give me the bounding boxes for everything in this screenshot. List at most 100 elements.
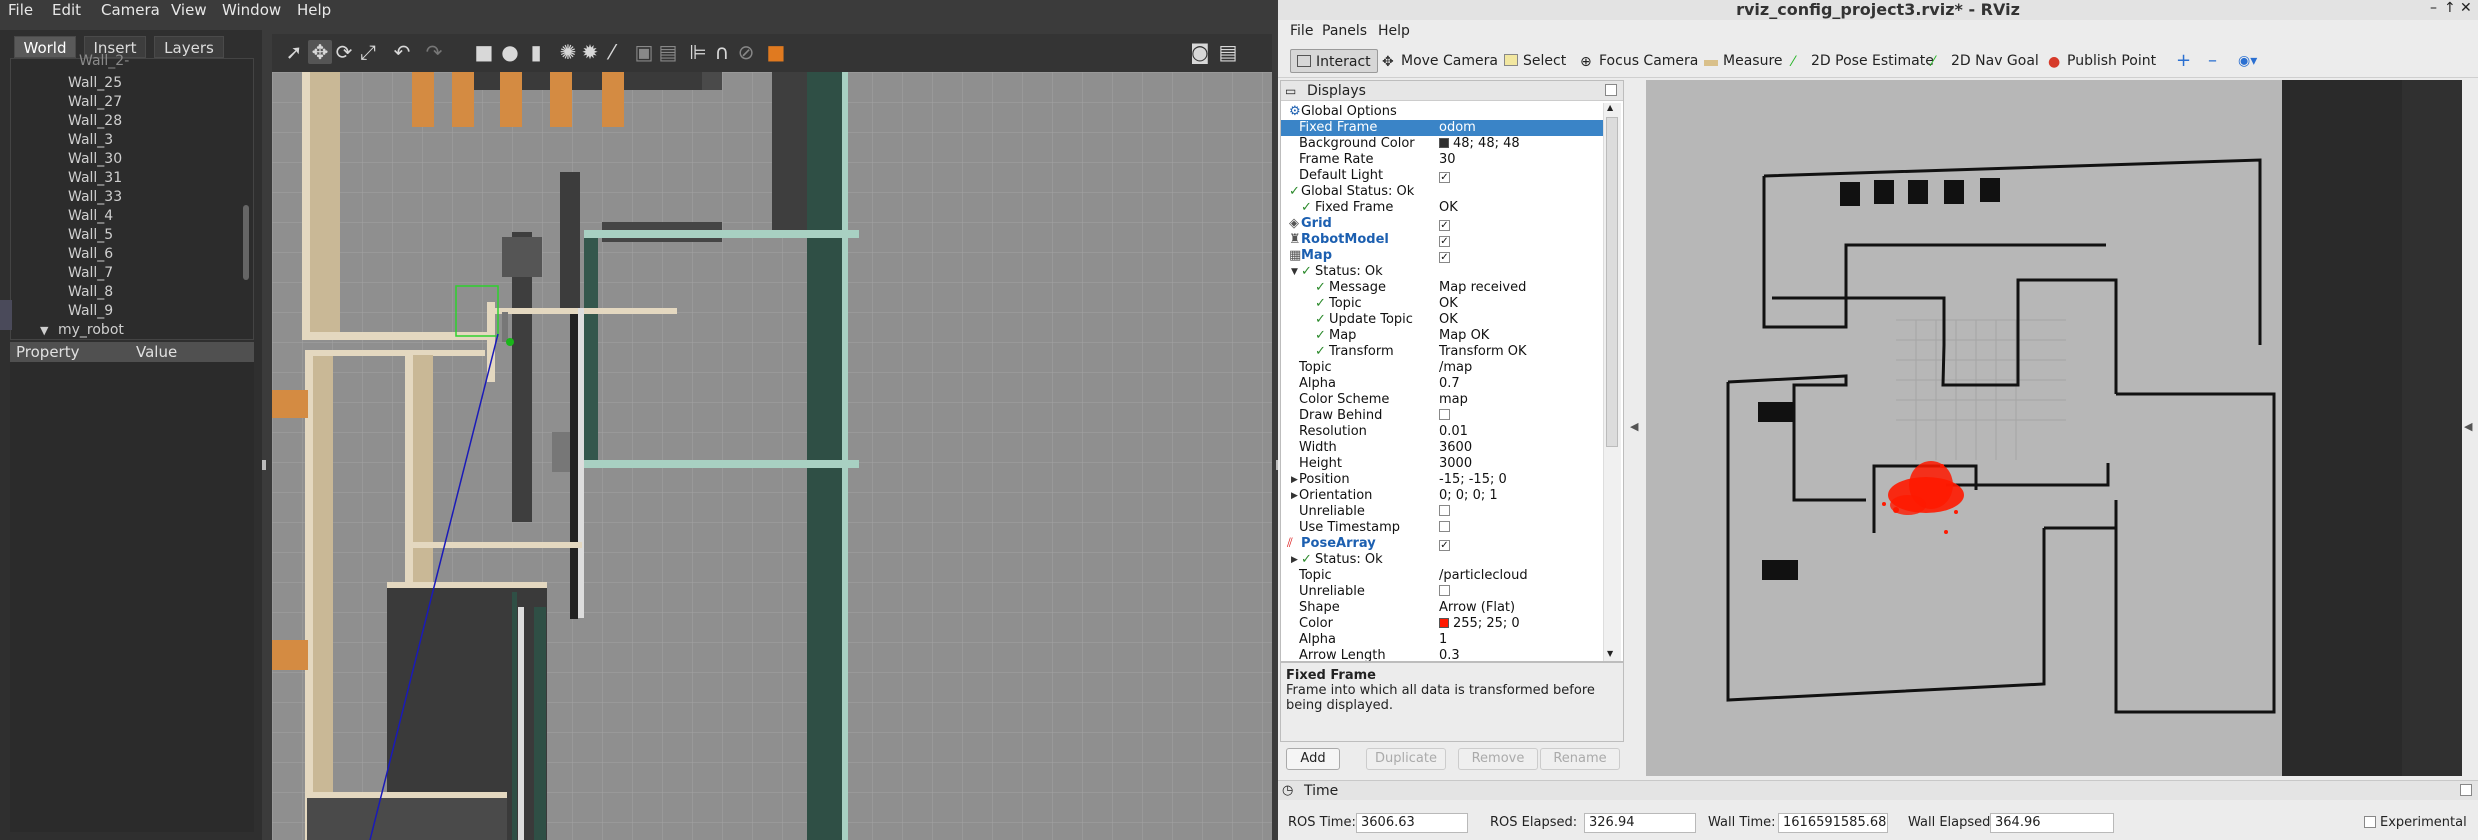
redo-icon[interactable]: ↷: [422, 40, 446, 64]
checkbox[interactable]: [1439, 584, 1450, 600]
expand-arrow-icon[interactable]: ▶: [1291, 472, 1298, 488]
checkbox[interactable]: [1439, 520, 1450, 536]
screenshot-icon[interactable]: ◙: [1188, 40, 1212, 64]
tree-scrollbar[interactable]: [243, 205, 249, 280]
row-value[interactable]: map: [1439, 392, 1468, 408]
duplicate-button[interactable]: Duplicate: [1366, 748, 1446, 770]
remove-tool-icon[interactable]: –: [2208, 49, 2217, 73]
joint-icon[interactable]: ⊘: [734, 40, 758, 64]
tree-row-pa-unreliable[interactable]: Unreliable: [1281, 584, 1603, 600]
menu-edit[interactable]: Edit: [52, 1, 81, 19]
paste-icon[interactable]: ▤: [656, 40, 680, 64]
tree-item[interactable]: Wall_3: [68, 132, 113, 148]
model-tree[interactable]: Wall_2-: [10, 53, 254, 340]
undo-icon[interactable]: ↶: [390, 40, 414, 64]
tree-row-background-color[interactable]: Background Color 48; 48; 48: [1281, 136, 1603, 152]
checkbox[interactable]: [1439, 408, 1450, 424]
tree-row-fixed-frame[interactable]: Fixed Frame odom: [1281, 120, 1603, 136]
tree-item[interactable]: Wall_6: [68, 246, 113, 262]
nav-goal-button[interactable]: ⁄ 2D Nav Goal: [1932, 49, 2039, 73]
tree-row-map[interactable]: ▦ Map ✓: [1281, 248, 1603, 264]
maximize-icon[interactable]: ↑: [2444, 0, 2456, 16]
tree-row-topic[interactable]: Topic/map: [1281, 360, 1603, 376]
tree-row-message[interactable]: ✓ Message Map received: [1281, 280, 1603, 296]
eye-icon[interactable]: ◉▾: [2238, 49, 2257, 73]
tree-item[interactable]: Wall_31: [68, 170, 122, 186]
spot-light-icon[interactable]: ✹: [578, 40, 602, 64]
tree-row-orientation[interactable]: ▶ Orientation 0; 0; 0; 1: [1281, 488, 1603, 504]
tree-row-draw-behind[interactable]: Draw Behind: [1281, 408, 1603, 424]
tree-row-map-status[interactable]: ▼ ✓ Status: Ok: [1281, 264, 1603, 280]
tree-item[interactable]: Wall_28: [68, 113, 122, 129]
scroll-down-icon[interactable]: ▼: [1607, 649, 1613, 658]
checkbox[interactable]: ✓: [1439, 216, 1450, 232]
row-value[interactable]: Arrow (Flat): [1439, 600, 1515, 616]
tree-row-grid[interactable]: ◈ Grid ✓: [1281, 216, 1603, 232]
menu-file[interactable]: File: [8, 1, 33, 19]
add-button[interactable]: Add: [1286, 748, 1340, 770]
menu-file[interactable]: File: [1290, 23, 1313, 39]
checkbox-unchecked[interactable]: [1439, 521, 1450, 532]
checkbox-checked[interactable]: ✓: [1439, 540, 1450, 551]
tree-row-pa-status[interactable]: ▶ ✓ Status: Ok: [1281, 552, 1603, 568]
tree-row-topic-ok[interactable]: ✓ Topic OK: [1281, 296, 1603, 312]
align-icon[interactable]: ⊫: [686, 40, 710, 64]
displays-scrollbar[interactable]: ▲ ▼: [1603, 103, 1621, 661]
menu-panels[interactable]: Panels: [1322, 23, 1367, 39]
tree-item[interactable]: Wall_4: [68, 208, 113, 224]
expand-arrow-icon[interactable]: ▼: [1291, 264, 1298, 280]
row-value[interactable]: 0.7: [1439, 376, 1460, 392]
checkbox-checked[interactable]: ✓: [1439, 236, 1450, 247]
rviz-3d-view[interactable]: [1646, 80, 2462, 776]
measure-button[interactable]: Measure: [1704, 49, 1783, 73]
menu-help[interactable]: Help: [1378, 23, 1410, 39]
time-panel-close-icon[interactable]: [2460, 784, 2472, 796]
tree-row-global-status[interactable]: ✓ Global Status: Ok: [1281, 184, 1603, 200]
checkbox-unchecked[interactable]: [1439, 505, 1450, 516]
scale-icon[interactable]: ⤢: [356, 40, 380, 64]
publish-point-button[interactable]: ● Publish Point: [2048, 49, 2156, 73]
point-light-icon[interactable]: ✺: [556, 40, 580, 64]
remove-button[interactable]: Remove: [1458, 748, 1538, 770]
tree-row-default-light[interactable]: Default Light ✓: [1281, 168, 1603, 184]
checkbox-checked[interactable]: ✓: [1439, 172, 1450, 183]
minimize-icon[interactable]: –: [2430, 0, 2437, 16]
panel-collapse-handle[interactable]: [0, 300, 12, 330]
translate-icon[interactable]: ✥: [308, 40, 332, 64]
move-camera-button[interactable]: ✥ Move Camera: [1382, 49, 1498, 73]
expand-arrow-icon[interactable]: ▶: [1291, 552, 1298, 568]
menu-window[interactable]: Window: [222, 1, 281, 19]
select-button[interactable]: Select: [1504, 49, 1566, 73]
tree-row-pa-topic[interactable]: Topic/particlecloud: [1281, 568, 1603, 584]
tab-world[interactable]: World: [14, 36, 76, 58]
tree-row-global-options[interactable]: ⚙ Global Options: [1281, 104, 1603, 120]
tree-row-position[interactable]: ▶ Position -15; -15; 0: [1281, 472, 1603, 488]
tree-row-robot-model[interactable]: ♜ RobotModel ✓: [1281, 232, 1603, 248]
tree-item-my-robot[interactable]: my_robot: [58, 322, 124, 338]
experimental-checkbox[interactable]: [2364, 816, 2376, 828]
tree-item[interactable]: Wall_8: [68, 284, 113, 300]
pose-estimate-button[interactable]: ⁄ 2D Pose Estimate: [1792, 49, 1934, 73]
scroll-thumb[interactable]: [1606, 117, 1618, 447]
checkbox[interactable]: ✓: [1439, 248, 1450, 264]
tree-row-pa-alpha[interactable]: Alpha 1: [1281, 632, 1603, 648]
row-value[interactable]: 48; 48; 48: [1439, 136, 1520, 152]
tree-item[interactable]: Wall_33: [68, 189, 122, 205]
cylinder-icon[interactable]: ▮: [524, 40, 548, 64]
add-tool-icon[interactable]: +: [2176, 49, 2191, 73]
color-change-icon[interactable]: ■: [764, 40, 788, 64]
sphere-icon[interactable]: ●: [498, 40, 522, 64]
row-value[interactable]: 1: [1439, 632, 1447, 648]
tree-row-arrow-length[interactable]: Arrow Length 0.3: [1281, 648, 1603, 661]
directional-light-icon[interactable]: ⁄: [600, 40, 624, 64]
collapse-left-icon[interactable]: ◀: [1630, 420, 1638, 433]
checkbox-checked[interactable]: ✓: [1439, 252, 1450, 263]
panel-close-icon[interactable]: [1605, 84, 1617, 96]
tree-row-pose-array[interactable]: ⫽ PoseArray ✓: [1281, 536, 1603, 552]
row-value[interactable]: /particlecloud: [1439, 568, 1528, 584]
tree-row-map-ok[interactable]: ✓ Map Map OK: [1281, 328, 1603, 344]
tree-item[interactable]: Wall_5: [68, 227, 113, 243]
checkbox[interactable]: ✓: [1439, 232, 1450, 248]
tree-item[interactable]: Wall_9: [68, 303, 113, 319]
tree-row-alpha[interactable]: Alpha 0.7: [1281, 376, 1603, 392]
